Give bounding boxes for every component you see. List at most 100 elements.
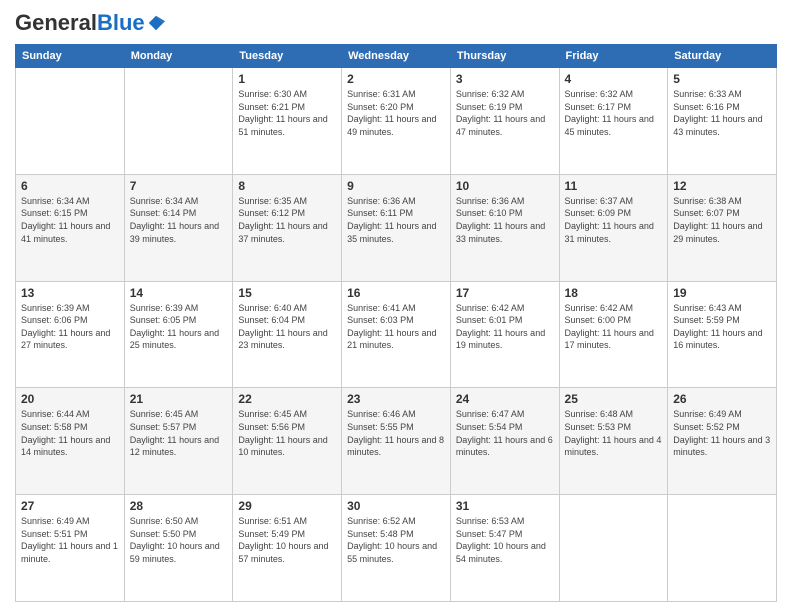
day-number: 28 (130, 499, 228, 513)
day-info: Sunrise: 6:49 AM Sunset: 5:52 PM Dayligh… (673, 408, 771, 458)
calendar-cell: 7 Sunrise: 6:34 AM Sunset: 6:14 PM Daylig… (124, 174, 233, 281)
day-info: Sunrise: 6:45 AM Sunset: 5:56 PM Dayligh… (238, 408, 336, 458)
calendar-cell: 5Sunrise: 6:33 AM Sunset: 6:16 PM Daylig… (668, 68, 777, 175)
calendar-cell: 30Sunrise: 6:52 AM Sunset: 5:48 PM Dayli… (342, 495, 451, 602)
day-number: 15 (238, 286, 336, 300)
day-info: Sunrise: 6:36 AM Sunset: 6:10 PM Dayligh… (456, 195, 554, 245)
calendar-cell: 27 Sunrise: 6:49 AM Sunset: 5:51 PM Dayli… (16, 495, 125, 602)
day-info: Sunrise: 6:42 AM Sunset: 6:01 PM Dayligh… (456, 302, 554, 352)
calendar-cell: 4Sunrise: 6:32 AM Sunset: 6:17 PM Daylig… (559, 68, 668, 175)
calendar-cell: 3Sunrise: 6:32 AM Sunset: 6:19 PM Daylig… (450, 68, 559, 175)
week-row-1: 6Sunrise: 6:34 AM Sunset: 6:15 PM Daylig… (16, 174, 777, 281)
day-number: 25 (565, 392, 663, 406)
calendar-cell: 16 Sunrise: 6:41 AM Sunset: 6:03 PM Dayli… (342, 281, 451, 388)
calendar-cell: 23 Sunrise: 6:46 AM Sunset: 5:55 PM Dayli… (342, 388, 451, 495)
day-info: Sunrise: 6:37 AM Sunset: 6:09 PM Dayligh… (565, 195, 663, 245)
calendar-cell (124, 68, 233, 175)
day-number: 7 (130, 179, 228, 193)
calendar-table: SundayMondayTuesdayWednesdayThursdayFrid… (15, 44, 777, 602)
week-row-0: 1 Sunrise: 6:30 AM Sunset: 6:21 PM Daylig… (16, 68, 777, 175)
day-info: Sunrise: 6:31 AM Sunset: 6:20 PM Dayligh… (347, 88, 445, 138)
day-number: 8 (238, 179, 336, 193)
day-number: 3 (456, 72, 554, 86)
calendar-cell: 20Sunrise: 6:44 AM Sunset: 5:58 PM Dayli… (16, 388, 125, 495)
day-number: 21 (130, 392, 228, 406)
calendar-cell: 19 Sunrise: 6:43 AM Sunset: 5:59 PM Dayli… (668, 281, 777, 388)
day-number: 9 (347, 179, 445, 193)
day-info: Sunrise: 6:45 AM Sunset: 5:57 PM Dayligh… (130, 408, 228, 458)
day-info: Sunrise: 6:34 AM Sunset: 6:14 PM Dayligh… (130, 195, 228, 245)
calendar-cell: 28 Sunrise: 6:50 AM Sunset: 5:50 PM Dayli… (124, 495, 233, 602)
calendar-cell: 15 Sunrise: 6:40 AM Sunset: 6:04 PM Dayli… (233, 281, 342, 388)
day-header-saturday: Saturday (668, 45, 777, 68)
calendar-cell: 21 Sunrise: 6:45 AM Sunset: 5:57 PM Dayli… (124, 388, 233, 495)
day-header-tuesday: Tuesday (233, 45, 342, 68)
day-info: Sunrise: 6:35 AM Sunset: 6:12 PM Dayligh… (238, 195, 336, 245)
calendar-cell: 25 Sunrise: 6:48 AM Sunset: 5:53 PM Dayli… (559, 388, 668, 495)
page: GeneralBlue SundayMondayTuesdayWednesday… (0, 0, 792, 612)
calendar-cell: 1 Sunrise: 6:30 AM Sunset: 6:21 PM Daylig… (233, 68, 342, 175)
day-info: Sunrise: 6:33 AM Sunset: 6:16 PM Dayligh… (673, 88, 771, 138)
day-info: Sunrise: 6:41 AM Sunset: 6:03 PM Dayligh… (347, 302, 445, 352)
day-number: 26 (673, 392, 771, 406)
calendar-cell (16, 68, 125, 175)
calendar-cell: 22Sunrise: 6:45 AM Sunset: 5:56 PM Dayli… (233, 388, 342, 495)
calendar-cell: 12Sunrise: 6:38 AM Sunset: 6:07 PM Dayli… (668, 174, 777, 281)
day-info: Sunrise: 6:42 AM Sunset: 6:00 PM Dayligh… (565, 302, 663, 352)
logo-area: GeneralBlue (15, 10, 165, 36)
day-info: Sunrise: 6:40 AM Sunset: 6:04 PM Dayligh… (238, 302, 336, 352)
calendar-cell: 29 Sunrise: 6:51 AM Sunset: 5:49 PM Dayli… (233, 495, 342, 602)
calendar-cell: 13 Sunrise: 6:39 AM Sunset: 6:06 PM Dayli… (16, 281, 125, 388)
day-info: Sunrise: 6:50 AM Sunset: 5:50 PM Dayligh… (130, 515, 228, 565)
calendar-cell (668, 495, 777, 602)
week-row-2: 13 Sunrise: 6:39 AM Sunset: 6:06 PM Dayli… (16, 281, 777, 388)
calendar-cell: 14 Sunrise: 6:39 AM Sunset: 6:05 PM Dayli… (124, 281, 233, 388)
calendar-cell: 10Sunrise: 6:36 AM Sunset: 6:10 PM Dayli… (450, 174, 559, 281)
day-info: Sunrise: 6:39 AM Sunset: 6:06 PM Dayligh… (21, 302, 119, 352)
day-number: 2 (347, 72, 445, 86)
day-info: Sunrise: 6:51 AM Sunset: 5:49 PM Dayligh… (238, 515, 336, 565)
day-info: Sunrise: 6:30 AM Sunset: 6:21 PM Dayligh… (238, 88, 336, 138)
day-number: 31 (456, 499, 554, 513)
day-number: 13 (21, 286, 119, 300)
day-header-thursday: Thursday (450, 45, 559, 68)
day-number: 27 (21, 499, 119, 513)
day-info: Sunrise: 6:44 AM Sunset: 5:58 PM Dayligh… (21, 408, 119, 458)
calendar-cell: 6Sunrise: 6:34 AM Sunset: 6:15 PM Daylig… (16, 174, 125, 281)
calendar-cell: 2 Sunrise: 6:31 AM Sunset: 6:20 PM Daylig… (342, 68, 451, 175)
day-number: 18 (565, 286, 663, 300)
week-row-4: 27 Sunrise: 6:49 AM Sunset: 5:51 PM Dayli… (16, 495, 777, 602)
day-number: 14 (130, 286, 228, 300)
day-info: Sunrise: 6:32 AM Sunset: 6:17 PM Dayligh… (565, 88, 663, 138)
day-info: Sunrise: 6:49 AM Sunset: 5:51 PM Dayligh… (21, 515, 119, 565)
calendar-cell: 11 Sunrise: 6:37 AM Sunset: 6:09 PM Dayli… (559, 174, 668, 281)
day-info: Sunrise: 6:53 AM Sunset: 5:47 PM Dayligh… (456, 515, 554, 565)
day-info: Sunrise: 6:47 AM Sunset: 5:54 PM Dayligh… (456, 408, 554, 458)
day-number: 6 (21, 179, 119, 193)
day-number: 23 (347, 392, 445, 406)
day-number: 19 (673, 286, 771, 300)
day-header-sunday: Sunday (16, 45, 125, 68)
day-info: Sunrise: 6:52 AM Sunset: 5:48 PM Dayligh… (347, 515, 445, 565)
calendar-cell (559, 495, 668, 602)
day-header-friday: Friday (559, 45, 668, 68)
day-info: Sunrise: 6:48 AM Sunset: 5:53 PM Dayligh… (565, 408, 663, 458)
logo-icon (147, 14, 165, 32)
logo-general: GeneralBlue (15, 10, 145, 36)
day-header-wednesday: Wednesday (342, 45, 451, 68)
calendar-cell: 24Sunrise: 6:47 AM Sunset: 5:54 PM Dayli… (450, 388, 559, 495)
day-number: 29 (238, 499, 336, 513)
day-info: Sunrise: 6:38 AM Sunset: 6:07 PM Dayligh… (673, 195, 771, 245)
day-number: 1 (238, 72, 336, 86)
header-row: SundayMondayTuesdayWednesdayThursdayFrid… (16, 45, 777, 68)
day-info: Sunrise: 6:39 AM Sunset: 6:05 PM Dayligh… (130, 302, 228, 352)
calendar-cell: 31 Sunrise: 6:53 AM Sunset: 5:47 PM Dayli… (450, 495, 559, 602)
day-info: Sunrise: 6:43 AM Sunset: 5:59 PM Dayligh… (673, 302, 771, 352)
header: GeneralBlue (15, 10, 777, 36)
day-number: 16 (347, 286, 445, 300)
day-info: Sunrise: 6:46 AM Sunset: 5:55 PM Dayligh… (347, 408, 445, 458)
logo: GeneralBlue (15, 10, 165, 36)
calendar-cell: 9Sunrise: 6:36 AM Sunset: 6:11 PM Daylig… (342, 174, 451, 281)
calendar-cell: 17Sunrise: 6:42 AM Sunset: 6:01 PM Dayli… (450, 281, 559, 388)
day-number: 11 (565, 179, 663, 193)
